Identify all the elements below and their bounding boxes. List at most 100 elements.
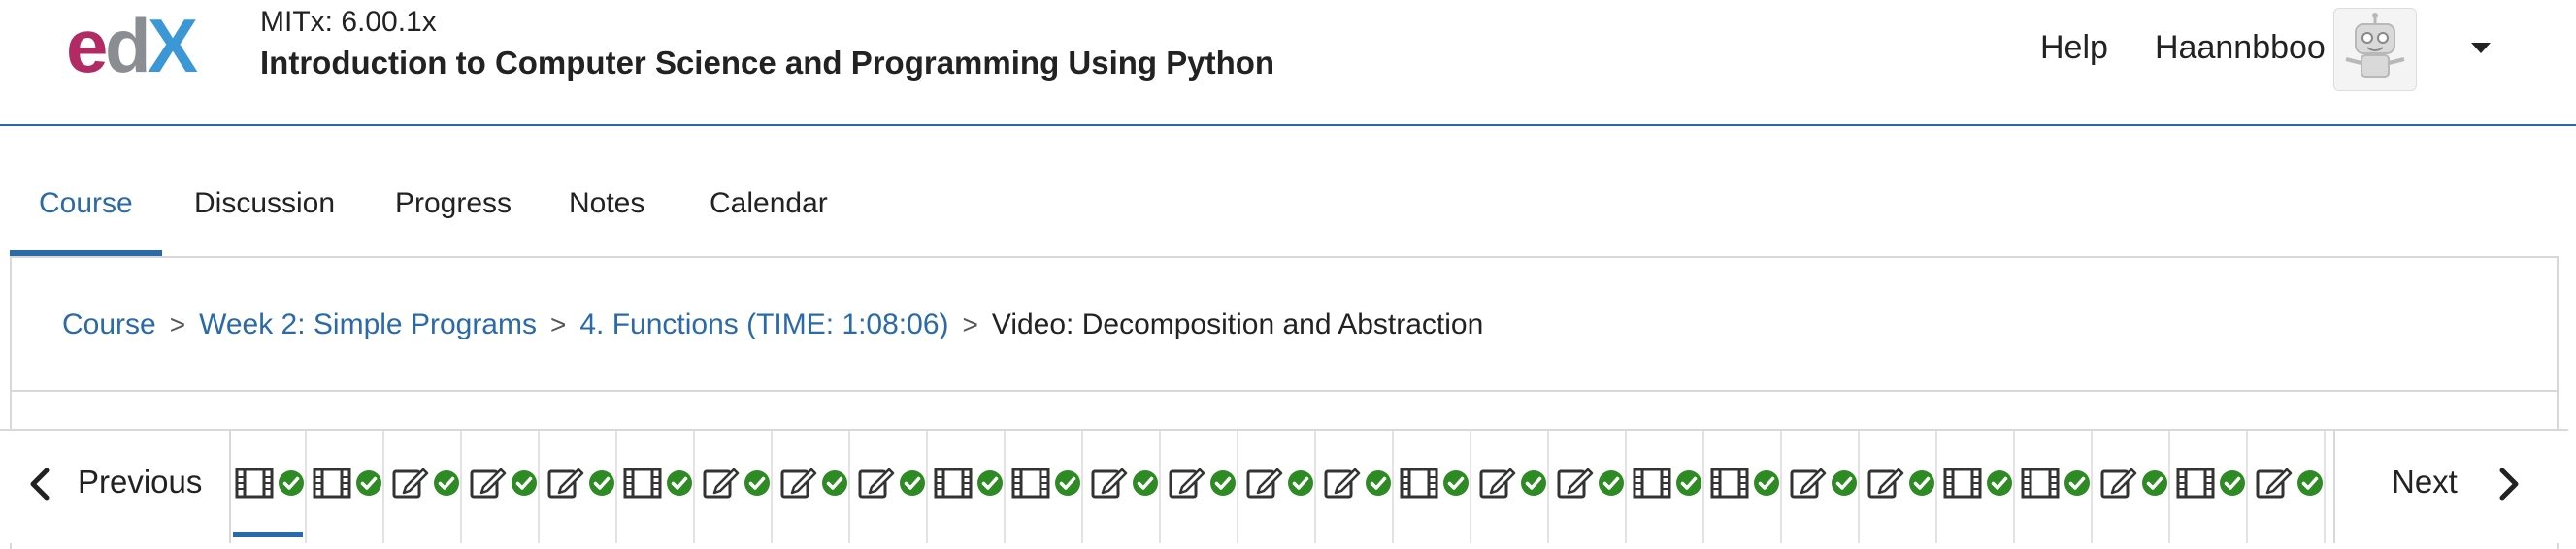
tab-calendar[interactable]: Calendar [680,161,857,256]
svg-text:e: e [66,8,106,85]
sequence-item-problem[interactable] [2095,431,2170,543]
sequence-item-video[interactable] [930,431,1006,543]
check-circle-icon [1287,469,1314,497]
sequence-item-video[interactable] [309,431,384,543]
divider [12,390,2557,392]
breadcrumb-subsection[interactable]: 4. Functions (TIME: 1:08:06) [579,308,948,340]
check-circle-icon [1520,469,1547,497]
course-title: Introduction to Computer Science and Pro… [260,45,1275,81]
caret-down-icon[interactable] [2471,43,2491,53]
check-circle-icon [1132,469,1159,497]
chevron-left-icon [30,468,50,501]
sequence-item-problem[interactable] [1473,431,1549,543]
problem-edit-icon [2254,466,2293,501]
check-circle-icon [1753,469,1780,497]
next-button[interactable]: Next [2333,431,2570,543]
sequence-item-problem[interactable] [1240,431,1316,543]
sequence-item-video[interactable] [2017,431,2093,543]
check-circle-icon [821,469,848,497]
sequence-item-problem[interactable] [464,431,540,543]
edx-logo[interactable]: e d X [66,8,221,85]
sequence-nav: Previous Next [0,429,2570,543]
problem-edit-icon [701,466,740,501]
breadcrumb-week[interactable]: Week 2: Simple Programs [199,308,537,340]
sequence-item-problem[interactable] [1318,431,1394,543]
previous-button[interactable]: Previous [0,431,231,543]
check-circle-icon [743,469,771,497]
chevron-right-icon: > [169,309,186,339]
problem-edit-icon [545,466,584,501]
sequence-item-video[interactable] [1706,431,1782,543]
sequence-item-video[interactable] [1396,431,1471,543]
previous-label: Previous [78,464,203,500]
video-icon [1943,466,1982,501]
video-icon [1011,466,1050,501]
problem-edit-icon [2098,466,2137,501]
check-circle-icon [278,469,305,497]
sequence-item-video[interactable] [2172,431,2248,543]
sequence-item-video[interactable] [1629,431,1704,543]
check-circle-icon [2219,469,2246,497]
sequence-item-video[interactable] [1939,431,2015,543]
sequence-item-problem[interactable] [1085,431,1161,543]
check-circle-icon [511,469,538,497]
video-icon [2176,466,2215,501]
check-circle-icon [1675,469,1702,497]
check-circle-icon [1831,469,1858,497]
breadcrumb: Course > Week 2: Simple Programs >4. Functi… [62,308,1483,341]
sequence-item-problem[interactable] [1163,431,1238,543]
check-circle-icon [2141,469,2168,497]
video-icon [623,466,662,501]
tab-progress[interactable]: Progress [366,161,541,256]
sequence-items [231,431,2333,543]
tab-course[interactable]: Course [10,161,162,256]
sequence-item-video[interactable] [1007,431,1083,543]
breadcrumb-course[interactable]: Course [62,308,156,340]
chevron-right-icon: > [549,309,567,339]
check-circle-icon [355,469,382,497]
breadcrumb-current: Video: Decomposition and Abstraction [991,308,1484,340]
check-circle-icon [1365,469,1392,497]
robot-avatar-icon[interactable] [2333,8,2417,91]
problem-edit-icon [778,466,817,501]
tab-discussion[interactable]: Discussion [165,161,364,256]
sequence-item-video[interactable] [231,431,307,543]
sequence-item-problem[interactable] [775,431,850,543]
check-circle-icon [433,469,460,497]
sequence-item-problem[interactable] [697,431,773,543]
video-icon [2021,466,2060,501]
problem-edit-icon [1477,466,1516,501]
sequence-item-problem[interactable] [2250,431,2326,543]
tab-notes[interactable]: Notes [540,161,674,256]
check-circle-icon [1598,469,1625,497]
sequence-item-problem[interactable] [386,431,462,543]
problem-edit-icon [468,466,507,501]
problem-edit-icon [1788,466,1827,501]
check-circle-icon [899,469,926,497]
sequence-item-problem[interactable] [852,431,928,543]
sequence-item-problem[interactable] [1551,431,1627,543]
check-circle-icon [1054,469,1081,497]
check-circle-icon [1442,469,1470,497]
sequence-item-problem[interactable] [542,431,617,543]
sequence-item-video[interactable] [619,431,695,543]
sequence-item-problem[interactable] [1862,431,1937,543]
problem-edit-icon [1089,466,1128,501]
chevron-right-icon: > [962,309,978,339]
video-icon [313,466,351,501]
check-circle-icon [2064,469,2091,497]
site-header: e d X MITx: 6.00.1x Introduction to Comp… [0,0,2576,126]
help-link[interactable]: Help [2040,29,2108,67]
problem-edit-icon [1244,466,1283,501]
check-circle-icon [666,469,693,497]
course-org: MITx: 6.00.1x [260,6,437,38]
video-icon [1710,466,1749,501]
problem-edit-icon [856,466,895,501]
username[interactable]: Haannbboo [2155,29,2326,67]
problem-edit-icon [390,466,429,501]
svg-text:X: X [148,8,198,85]
problem-edit-icon [1322,466,1361,501]
problem-edit-icon [1555,466,1594,501]
next-label: Next [2392,464,2458,500]
sequence-item-problem[interactable] [1784,431,1860,543]
